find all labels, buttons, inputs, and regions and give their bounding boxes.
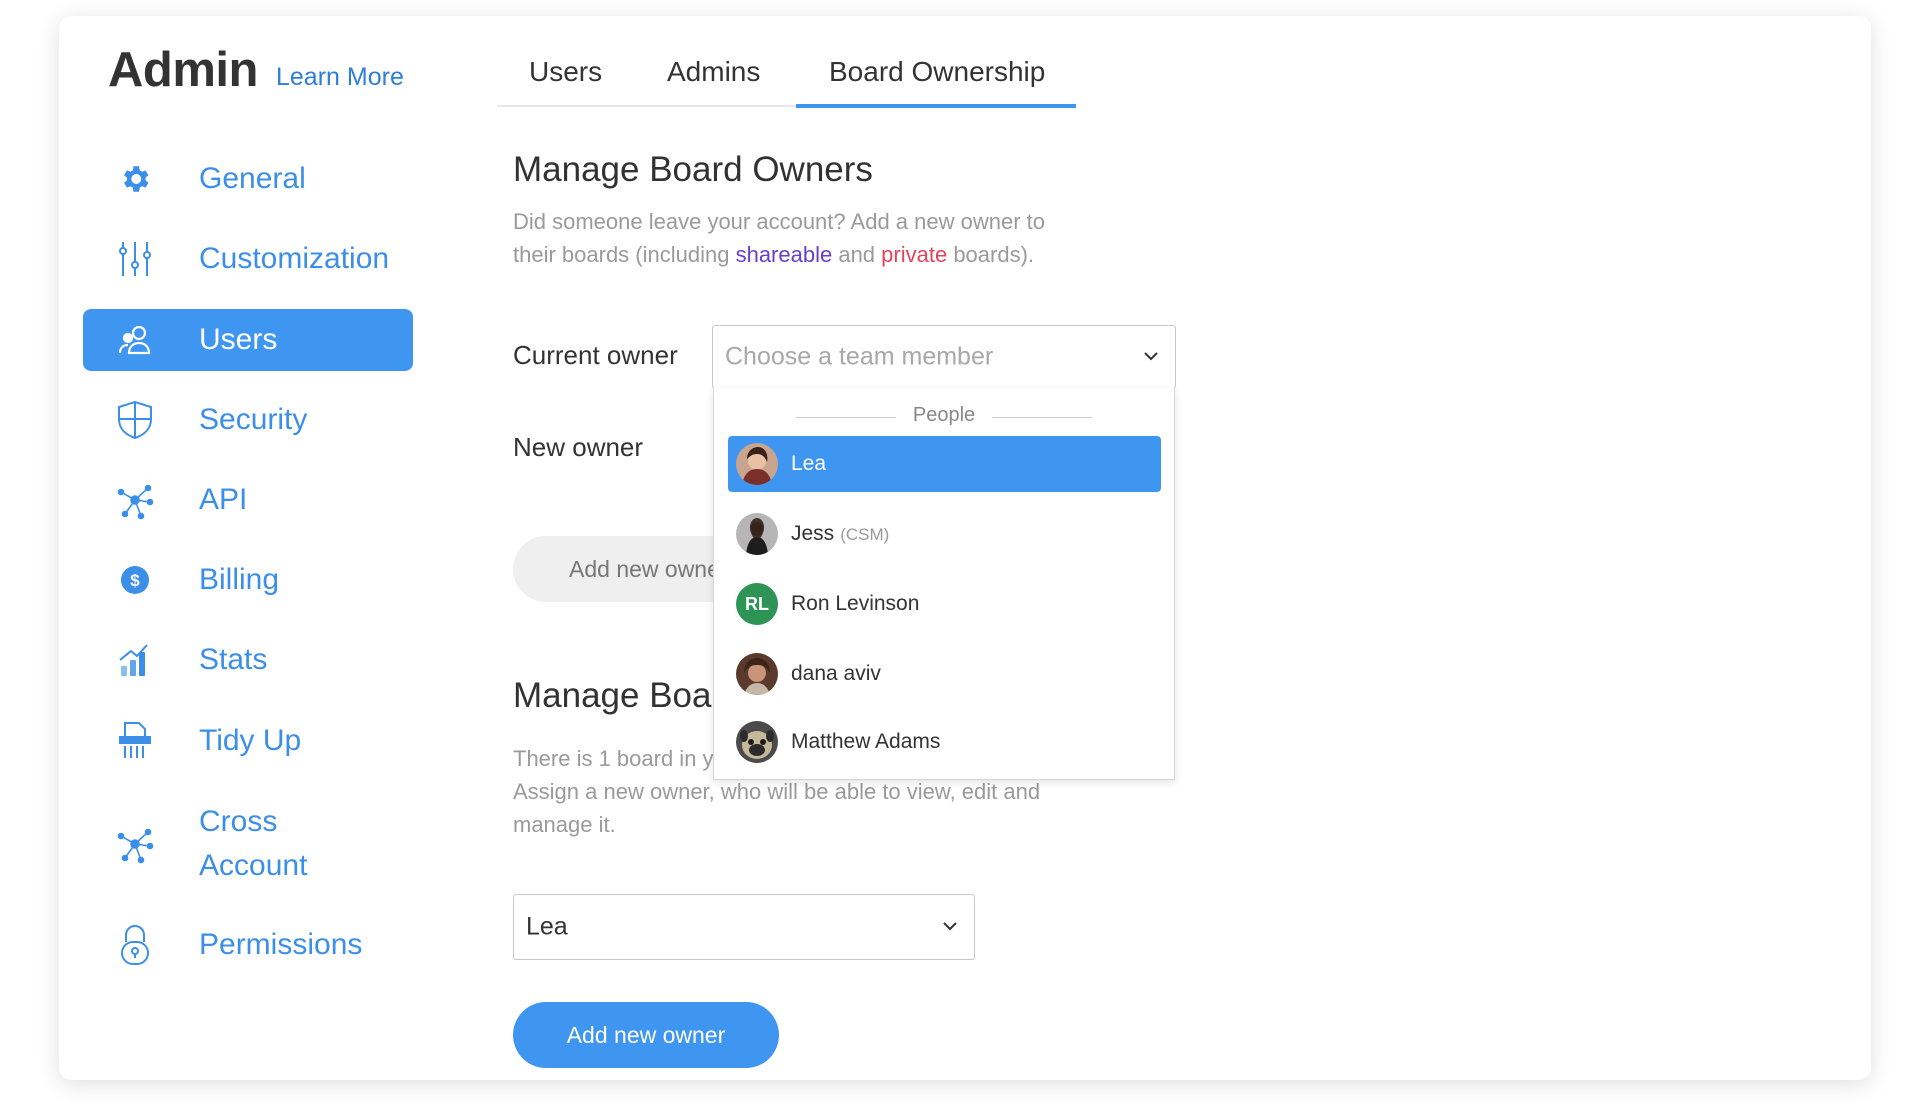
svg-text:$: $ [130, 571, 140, 590]
dropdown-option[interactable]: dana aviv [728, 646, 1161, 702]
sidebar-item-label: Stats [199, 643, 268, 676]
desc-line2c: boards). [947, 242, 1035, 267]
sidebar-item-permissions[interactable]: Permissions [83, 914, 413, 976]
sidebar-item-cross-account[interactable]: Cross Account [83, 800, 413, 888]
dropdown-option[interactable]: Jess (CSM) [728, 506, 1161, 562]
sidebar-item-billing[interactable]: $ Billing [83, 549, 413, 611]
option-name: Matthew Adams [791, 730, 941, 753]
stats-icon [115, 640, 155, 680]
team-member-dropdown: People Lea Jess (CSM) RL Ron Levinson dan… [713, 388, 1175, 780]
tab-admins[interactable]: Admins [667, 56, 760, 88]
sidebar-item-label: Security [199, 403, 308, 436]
sidebar-item-label: General [199, 162, 306, 195]
role-tag: (CSM) [840, 525, 890, 544]
network-icon [115, 824, 155, 864]
private-text: private [881, 242, 948, 267]
tab-board-ownership[interactable]: Board Ownership [829, 56, 1045, 88]
avatar [736, 653, 778, 695]
desc-line2b: and [832, 242, 882, 267]
new-owner-label: New owner [513, 432, 644, 462]
section-title-manage-owners: Manage Board Owners [513, 150, 873, 189]
gear-icon [115, 159, 155, 199]
boards-desc-line2: Assign a new owner, who will be able to … [513, 779, 1041, 804]
section-label: People [912, 404, 976, 426]
desc-line2a: their boards (including [513, 242, 736, 267]
avatar [736, 721, 778, 763]
active-tab-indicator [796, 104, 1076, 108]
sidebar-item-tidy-up[interactable]: Tidy Up [83, 710, 413, 772]
chevron-down-icon [942, 918, 958, 936]
sidebar-item-general[interactable]: General [83, 148, 413, 210]
divider [992, 417, 1092, 418]
sidebar-item-label-line1: Cross [199, 805, 278, 838]
dropdown-option[interactable]: Matthew Adams [728, 714, 1161, 770]
boards-desc-line3: manage it. [513, 812, 616, 837]
desc-line1: Did someone leave your account? Add a ne… [513, 209, 1045, 234]
page-title: Admin [108, 43, 258, 97]
option-name: Jess (CSM) [791, 522, 889, 546]
shield-icon [115, 400, 155, 440]
option-name: Ron Levinson [791, 592, 920, 615]
shareable-text: shareable [735, 242, 833, 267]
sliders-icon [115, 239, 155, 279]
boards-desc-line1: There is 1 board in y [513, 746, 714, 771]
network-icon [115, 480, 155, 520]
avatar [736, 443, 778, 485]
current-owner-select[interactable]: Choose a team member [712, 325, 1176, 389]
board-new-owner-select[interactable]: Lea [513, 894, 975, 960]
option-name-text: Jess [791, 522, 835, 545]
selected-owner: Lea [526, 912, 568, 941]
button-label: Add new owner [569, 556, 728, 582]
current-owner-placeholder: Choose a team member [725, 342, 994, 371]
sidebar-item-label: Billing [199, 563, 280, 596]
dropdown-option[interactable]: Lea [728, 436, 1161, 492]
shredder-icon [115, 721, 155, 761]
dollar-icon: $ [115, 560, 155, 600]
lock-icon [115, 925, 155, 965]
learn-more-link[interactable]: Learn More [276, 63, 404, 92]
dropdown-option[interactable]: RL Ron Levinson [728, 576, 1161, 632]
users-icon [115, 320, 155, 360]
sidebar-item-security[interactable]: Security [83, 389, 413, 451]
dropdown-section-header: People [714, 402, 1174, 432]
sidebar-item-label: Users [199, 323, 278, 356]
sidebar-item-stats[interactable]: Stats [83, 629, 413, 691]
tab-users[interactable]: Users [529, 56, 602, 88]
sidebar-item-label: Customization [199, 242, 390, 275]
section-title-manage-boards: Manage Boa [513, 676, 712, 715]
sidebar-item-users[interactable]: Users [83, 309, 413, 371]
sidebar-item-customization[interactable]: Customization [83, 228, 413, 290]
option-name: Lea [791, 452, 827, 475]
add-new-owner-button[interactable]: Add new owner [513, 1002, 779, 1068]
section-description: Did someone leave your account? Add a ne… [513, 205, 1045, 271]
avatar: RL [736, 583, 778, 625]
sidebar-item-label: Cross Account [199, 800, 307, 888]
current-owner-label: Current owner [513, 340, 678, 370]
sidebar-item-label: API [199, 483, 248, 516]
sidebar-item-label-line2: Account [199, 849, 308, 882]
sidebar-item-api[interactable]: API [83, 469, 413, 531]
chevron-down-icon [1143, 348, 1159, 366]
avatar-initials: RL [745, 593, 769, 614]
sidebar-item-label: Permissions [199, 928, 363, 961]
sidebar-item-label: Tidy Up [199, 724, 302, 757]
option-name: dana aviv [791, 662, 881, 685]
avatar [736, 513, 778, 555]
